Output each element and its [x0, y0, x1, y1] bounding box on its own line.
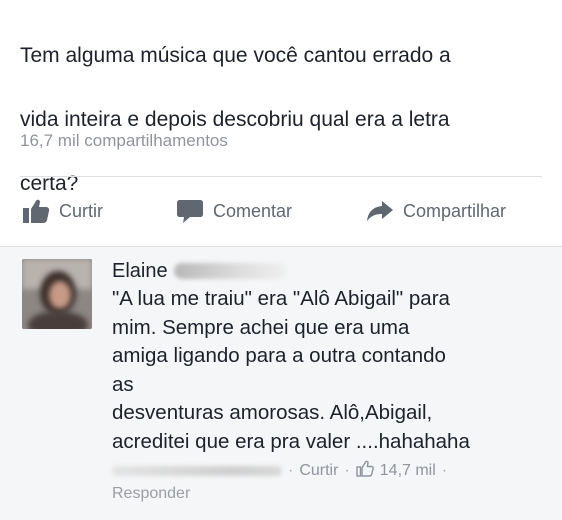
comment-like-button[interactable]: Curtir: [299, 462, 338, 480]
divider: [20, 176, 542, 177]
post-text-line: Tem alguma música que você cantou errado…: [20, 44, 451, 67]
comment-line: amiga ligando para a outra contando: [112, 344, 446, 367]
commenter-name[interactable]: Elaine: [112, 260, 168, 283]
share-label: Compartilhar: [403, 200, 507, 221]
post-text: Tem alguma música que você cantou errado…: [20, 8, 540, 200]
share-button[interactable]: Compartilhar: [366, 196, 506, 226]
comment-label: Comentar: [213, 200, 293, 221]
avatar[interactable]: [22, 259, 92, 329]
shares-count[interactable]: 16,7 mil compartilhamentos: [20, 131, 228, 151]
like-button[interactable]: Curtir: [22, 196, 103, 226]
comment-like-count[interactable]: 14,7 mil: [356, 460, 436, 482]
comment-line: as: [112, 372, 134, 396]
redacted-surname: [173, 263, 286, 279]
post-text-line: vida inteira e depois descobriu qual era…: [20, 108, 450, 131]
thumbs-up-outline-icon: [356, 460, 380, 482]
comment-line: "A lua me traiu" era "Alô Abigail" para: [112, 287, 450, 310]
reply-button[interactable]: Responder: [112, 485, 190, 503]
thumbs-up-icon: [22, 198, 50, 224]
separator: ·: [344, 462, 350, 479]
speech-bubble-icon: [176, 198, 204, 224]
comment-line: desventuras amorosas. Alô,Abigail,: [112, 401, 433, 424]
redacted-timestamp: [112, 466, 282, 476]
separator: ·: [288, 462, 294, 479]
post-card: Tem alguma música que você cantou errado…: [0, 0, 562, 246]
comment-button[interactable]: Comentar: [176, 196, 292, 226]
comment-text: "A lua me traiu" era "Alô Abigail" para …: [112, 285, 552, 456]
like-label: Curtir: [59, 200, 103, 221]
commenter: Elaine: [112, 257, 286, 285]
like-count-value: 14,7 mil: [379, 462, 436, 479]
action-bar: Curtir Comentar Compartilhar: [0, 196, 562, 226]
comment-line: mim. Sempre achei que era uma: [112, 315, 410, 339]
divider: [0, 246, 562, 247]
share-arrow-icon: [366, 199, 394, 223]
separator: ·: [441, 462, 448, 479]
comment-line: acreditei que era pra valer ....hahahaha: [112, 429, 470, 453]
comment-meta: · Curtir · 14,7 mil ·: [112, 459, 453, 483]
